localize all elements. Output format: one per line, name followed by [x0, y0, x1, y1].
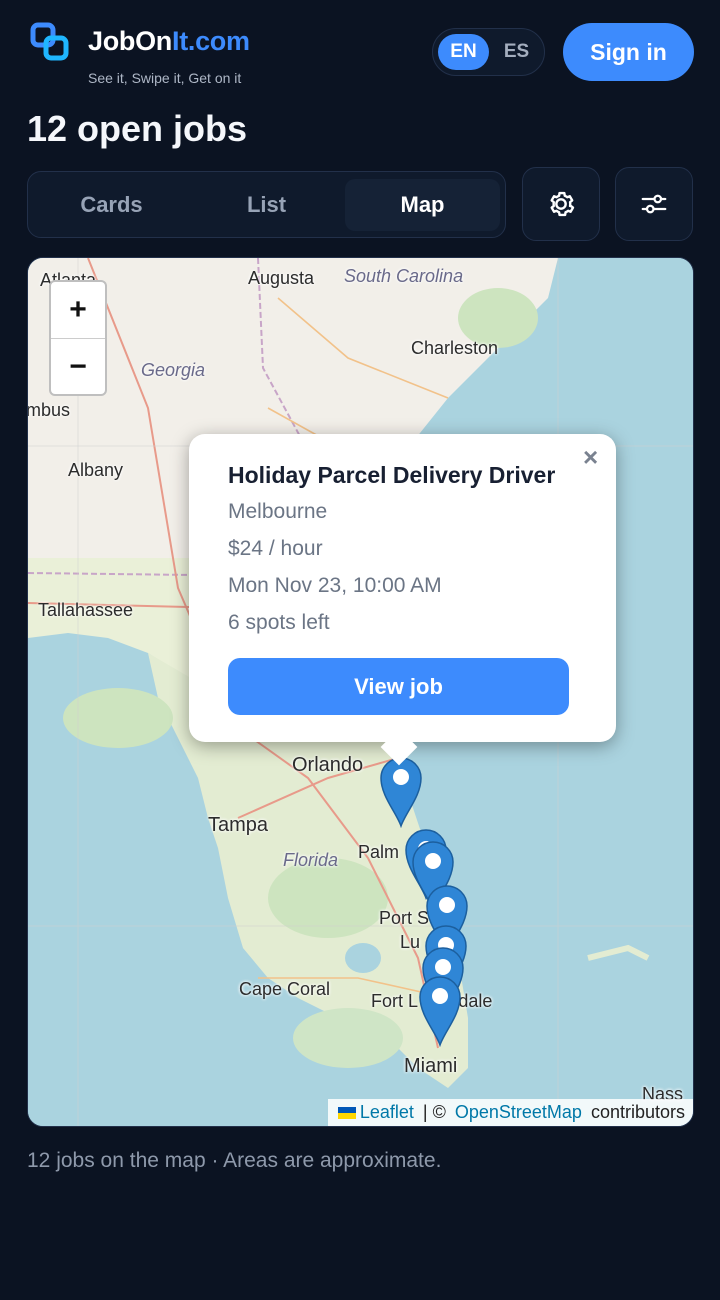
- popup-job-title: Holiday Parcel Delivery Driver: [228, 462, 556, 488]
- map-label-south-carolina: South Carolina: [344, 266, 464, 286]
- language-es-button[interactable]: ES: [491, 34, 542, 70]
- sliders-icon: [641, 194, 667, 214]
- view-job-button[interactable]: View job: [228, 658, 569, 715]
- zoom-in-button[interactable]: +: [51, 282, 105, 338]
- gear-icon: [550, 191, 575, 217]
- brand-name[interactable]: JobOnIt.com: [88, 26, 250, 57]
- tagline: See it, Swipe it, Get on it: [88, 70, 242, 86]
- map-label-tampa: Tampa: [208, 814, 269, 836]
- openstreetmap-link[interactable]: OpenStreetMap: [455, 1102, 582, 1123]
- filters-button[interactable]: [615, 167, 693, 241]
- tab-map[interactable]: Map: [345, 179, 500, 231]
- map-attribution: Leaflet | © OpenStreetMap contributors: [327, 1099, 693, 1126]
- popup-datetime: Mon Nov 23, 10:00 AM: [228, 574, 442, 597]
- language-toggle: EN ES: [432, 28, 545, 76]
- page-title: 12 open jobs: [27, 108, 248, 149]
- leaflet-link[interactable]: Leaflet: [360, 1102, 414, 1123]
- map-label-augusta: Augusta: [248, 268, 315, 288]
- sign-in-button[interactable]: Sign in: [563, 23, 694, 81]
- close-icon[interactable]: ×: [583, 442, 598, 473]
- ukraine-flag-icon: [337, 1106, 356, 1119]
- attribution-contributors: contributors: [585, 1102, 685, 1122]
- map-label-tallahassee: Tallahassee: [38, 600, 134, 620]
- job-popup: × Holiday Parcel Delivery Driver Melbour…: [189, 434, 616, 766]
- logo-icon[interactable]: [30, 22, 70, 62]
- job-marker[interactable]: [417, 975, 463, 1048]
- map-pin-icon: [380, 757, 422, 829]
- jobs-map[interactable]: Atlanta Augusta South Carolina Georgia C…: [27, 257, 694, 1127]
- map-label-lu: Lu: [400, 932, 421, 952]
- map-footer-note: 12 jobs on the map · Areas are approxima…: [27, 1149, 442, 1172]
- tab-list[interactable]: List: [189, 179, 344, 231]
- map-label-orlando: Orlando: [292, 754, 364, 776]
- map-label-miami: Miami: [404, 1055, 458, 1077]
- map-label-georgia: Georgia: [141, 360, 206, 380]
- tab-cards[interactable]: Cards: [34, 179, 189, 231]
- brand-name-part2: It.com: [172, 26, 250, 56]
- map-label-charleston: Charleston: [411, 338, 499, 358]
- map-label-florida: Florida: [283, 850, 339, 870]
- map-label-albany: Albany: [68, 460, 124, 480]
- map-label-cape-coral: Cape Coral: [239, 979, 331, 999]
- map-label-palm: Palm: [358, 842, 400, 862]
- map-pin-icon: [419, 976, 461, 1048]
- brand-name-part1: JobOn: [88, 26, 172, 56]
- settings-button[interactable]: [522, 167, 600, 241]
- view-mode-tabs: Cards List Map: [27, 171, 506, 238]
- zoom-out-button[interactable]: −: [51, 338, 105, 394]
- map-label-columbus: mbus: [27, 400, 71, 420]
- attribution-separator: | ©: [417, 1102, 451, 1122]
- zoom-control: + −: [49, 280, 107, 396]
- popup-spots: 6 spots left: [228, 611, 330, 634]
- language-en-button[interactable]: EN: [438, 34, 489, 70]
- job-marker[interactable]: [378, 756, 424, 829]
- popup-location: Melbourne: [228, 500, 328, 523]
- popup-pay: $24 / hour: [228, 537, 323, 560]
- app-header: JobOnIt.com See it, Swipe it, Get on it …: [0, 0, 720, 100]
